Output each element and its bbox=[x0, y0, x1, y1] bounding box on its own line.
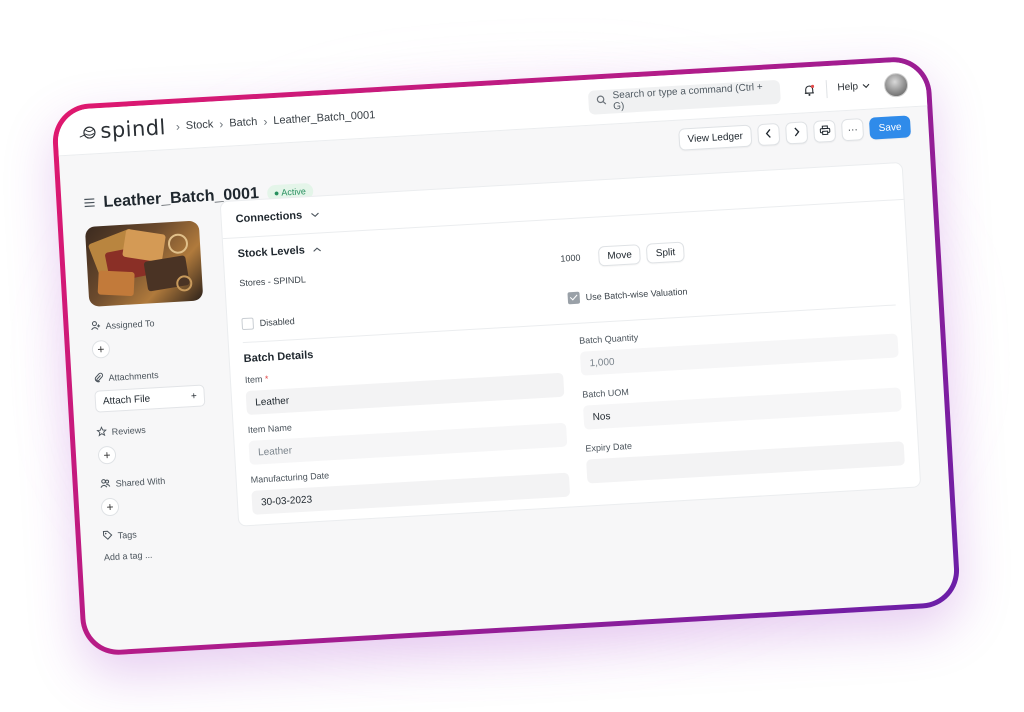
brand-name: spindl bbox=[99, 114, 167, 143]
prev-button[interactable] bbox=[757, 122, 781, 147]
add-tag-link[interactable]: Add a tag ... bbox=[104, 546, 222, 563]
avatar[interactable] bbox=[883, 71, 909, 98]
search-input[interactable]: Search or type a command (Ctrl + G) bbox=[588, 79, 782, 115]
star-icon bbox=[96, 426, 108, 439]
next-button[interactable] bbox=[785, 121, 809, 145]
attach-file-label: Attach File bbox=[102, 393, 151, 407]
manufacturing-date-field: Manufacturing Date 30-03-2023 bbox=[250, 457, 571, 515]
paperclip-icon bbox=[93, 372, 104, 385]
device-frame: spindl › Stock › Batch › Leather_Batch_0… bbox=[50, 55, 962, 657]
assigned-to-text: Assigned To bbox=[105, 318, 155, 331]
batch-quantity-field: Batch Quantity 1,000 bbox=[579, 317, 899, 376]
attachments-section: Attachments Attach File + bbox=[93, 366, 213, 413]
required-mark: * bbox=[264, 373, 269, 384]
more-button[interactable]: ··· bbox=[841, 118, 865, 142]
reviews-text: Reviews bbox=[111, 424, 146, 437]
chevron-right-icon: › bbox=[218, 116, 224, 131]
toolbar-actions: View Ledger ··· Save bbox=[677, 115, 912, 151]
checkbox-box-checked bbox=[567, 291, 581, 305]
item-field: Item * Leather bbox=[244, 357, 565, 416]
add-assignee-button[interactable]: + bbox=[91, 339, 111, 359]
connections-label: Connections bbox=[235, 209, 303, 226]
warehouse-qty: 1000 bbox=[560, 252, 581, 264]
user-add-icon bbox=[90, 320, 101, 333]
chevron-right-icon bbox=[792, 126, 801, 139]
help-label: Help bbox=[837, 81, 859, 94]
batch-valuation-label: Use Batch-wise Valuation bbox=[585, 286, 688, 303]
batch-valuation-checkbox[interactable]: Use Batch-wise Valuation bbox=[567, 267, 895, 312]
reviews-section: Reviews + bbox=[96, 420, 216, 465]
chevron-up-icon bbox=[312, 243, 322, 255]
batch-details-right: Batch Quantity 1,000 Batch UOM Nos Expir… bbox=[579, 315, 906, 495]
brand-logo[interactable]: spindl bbox=[79, 115, 167, 144]
shared-with-label: Shared With bbox=[99, 472, 217, 491]
checkbox-box bbox=[241, 317, 255, 331]
breadcrumb-stock[interactable]: Stock bbox=[185, 118, 213, 132]
search-icon bbox=[597, 95, 608, 109]
tags-text: Tags bbox=[117, 529, 137, 541]
app-screen: spindl › Stock › Batch › Leather_Batch_0… bbox=[56, 60, 956, 652]
batch-details-left: Batch Details Item * Leather Item Name L… bbox=[243, 335, 571, 515]
chevron-left-icon bbox=[765, 128, 774, 141]
form-card: Connections Stock Levels Stores - SPINDL… bbox=[219, 161, 922, 527]
form-sidebar: Assigned To + Attachments Attach File + … bbox=[84, 220, 222, 563]
split-button[interactable]: Split bbox=[646, 241, 685, 264]
chevron-down-icon bbox=[310, 209, 320, 221]
tags-section: Tags Add a tag ... bbox=[102, 524, 222, 563]
breadcrumb-batch[interactable]: Batch bbox=[229, 115, 258, 129]
reviews-label: Reviews bbox=[96, 420, 214, 439]
plus-icon: + bbox=[190, 390, 198, 402]
share-button[interactable]: + bbox=[100, 497, 120, 517]
batch-form: Disabled Use Batch-wise Valuation Batch … bbox=[227, 266, 921, 526]
breadcrumb: › Stock › Batch › Leather_Batch_0001 bbox=[175, 108, 375, 133]
users-icon bbox=[99, 478, 111, 491]
bell-icon[interactable] bbox=[802, 82, 817, 97]
warehouse-name: Stores - SPINDL bbox=[239, 274, 307, 289]
item-label-text: Item bbox=[244, 374, 263, 386]
batch-details-columns: Batch Details Item * Leather Item Name L… bbox=[243, 315, 906, 515]
search-placeholder: Search or type a command (Ctrl + G) bbox=[612, 81, 764, 112]
move-button[interactable]: Move bbox=[597, 244, 642, 267]
yarn-ball-icon bbox=[79, 124, 98, 139]
save-button[interactable]: Save bbox=[869, 115, 912, 140]
attach-file-button[interactable]: Attach File + bbox=[94, 384, 206, 413]
chevron-down-icon bbox=[862, 81, 871, 92]
divider bbox=[826, 79, 829, 98]
stock-levels-label: Stock Levels bbox=[237, 244, 306, 261]
tag-icon bbox=[102, 530, 113, 543]
batch-image[interactable] bbox=[84, 220, 204, 307]
form-main: Connections Stock Levels Stores - SPINDL… bbox=[219, 161, 925, 581]
chevron-right-icon: › bbox=[262, 113, 268, 129]
printer-icon bbox=[819, 124, 831, 138]
print-button[interactable] bbox=[813, 119, 837, 143]
breadcrumb-current[interactable]: Leather_Batch_0001 bbox=[273, 109, 376, 127]
add-review-button[interactable]: + bbox=[97, 445, 117, 465]
assigned-to-section: Assigned To + bbox=[90, 314, 210, 359]
help-dropdown[interactable]: Help bbox=[837, 81, 871, 94]
chevron-right-icon: › bbox=[175, 118, 181, 134]
attachments-label: Attachments bbox=[93, 366, 211, 385]
view-ledger-button[interactable]: View Ledger bbox=[677, 124, 753, 151]
shared-with-text: Shared With bbox=[115, 475, 166, 489]
menu-icon[interactable] bbox=[83, 194, 96, 213]
batch-uom-field: Batch UOM Nos bbox=[582, 371, 902, 430]
tags-label: Tags bbox=[102, 524, 220, 543]
item-name-field: Item Name Leather bbox=[248, 407, 568, 465]
shared-with-section: Shared With + bbox=[99, 472, 219, 517]
assigned-to-label: Assigned To bbox=[90, 314, 208, 333]
expiry-date-field: Expiry Date bbox=[585, 425, 905, 484]
disabled-label: Disabled bbox=[259, 316, 295, 329]
attachments-text: Attachments bbox=[108, 370, 159, 383]
